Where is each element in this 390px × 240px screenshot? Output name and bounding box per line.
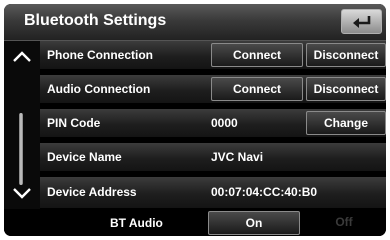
title-bar: Bluetooth Settings	[4, 4, 386, 41]
phone-disconnect-button[interactable]: Disconnect	[306, 43, 386, 67]
bt-audio-label: BT Audio	[110, 216, 163, 230]
device-address-row: Device Address 00:07:04:CC:40:B0	[40, 177, 386, 209]
page-title: Bluetooth Settings	[24, 12, 167, 29]
back-button[interactable]	[341, 9, 382, 34]
bt-audio-off-button[interactable]: Off	[304, 211, 384, 235]
audio-connect-button[interactable]: Connect	[211, 77, 303, 101]
bt-audio-bar: BT Audio On Off	[4, 209, 386, 236]
scroll-down-button[interactable]	[8, 181, 36, 205]
phone-connection-label: Phone Connection	[47, 48, 153, 62]
bluetooth-settings-screen: Bluetooth Settings Phone Connection Conn…	[4, 4, 386, 236]
bt-audio-on-button[interactable]: On	[208, 211, 300, 235]
chevron-up-icon	[13, 51, 31, 62]
return-arrow-icon	[353, 16, 371, 28]
change-pin-button[interactable]: Change	[306, 111, 386, 135]
pin-code-label: PIN Code	[47, 116, 101, 130]
scroll-up-button[interactable]	[8, 45, 36, 69]
audio-connection-row: Audio Connection Connect Disconnect	[40, 75, 386, 104]
audio-connection-label: Audio Connection	[47, 82, 151, 96]
device-address-label: Device Address	[47, 185, 137, 199]
phone-connection-row: Phone Connection Connect Disconnect	[40, 41, 386, 70]
pin-code-value: 0000	[211, 116, 238, 130]
device-name-label: Device Name	[47, 150, 122, 164]
scroll-column	[4, 41, 40, 209]
pin-code-row: PIN Code 0000 Change	[40, 109, 386, 138]
device-address-value: 00:07:04:CC:40:B0	[211, 185, 318, 199]
device-name-row: Device Name JVC Navi	[40, 143, 386, 172]
chevron-down-icon	[13, 188, 31, 199]
phone-connect-button[interactable]: Connect	[211, 43, 303, 67]
scrollbar[interactable]	[19, 113, 23, 185]
audio-disconnect-button[interactable]: Disconnect	[306, 77, 386, 101]
device-name-value: JVC Navi	[211, 150, 264, 164]
